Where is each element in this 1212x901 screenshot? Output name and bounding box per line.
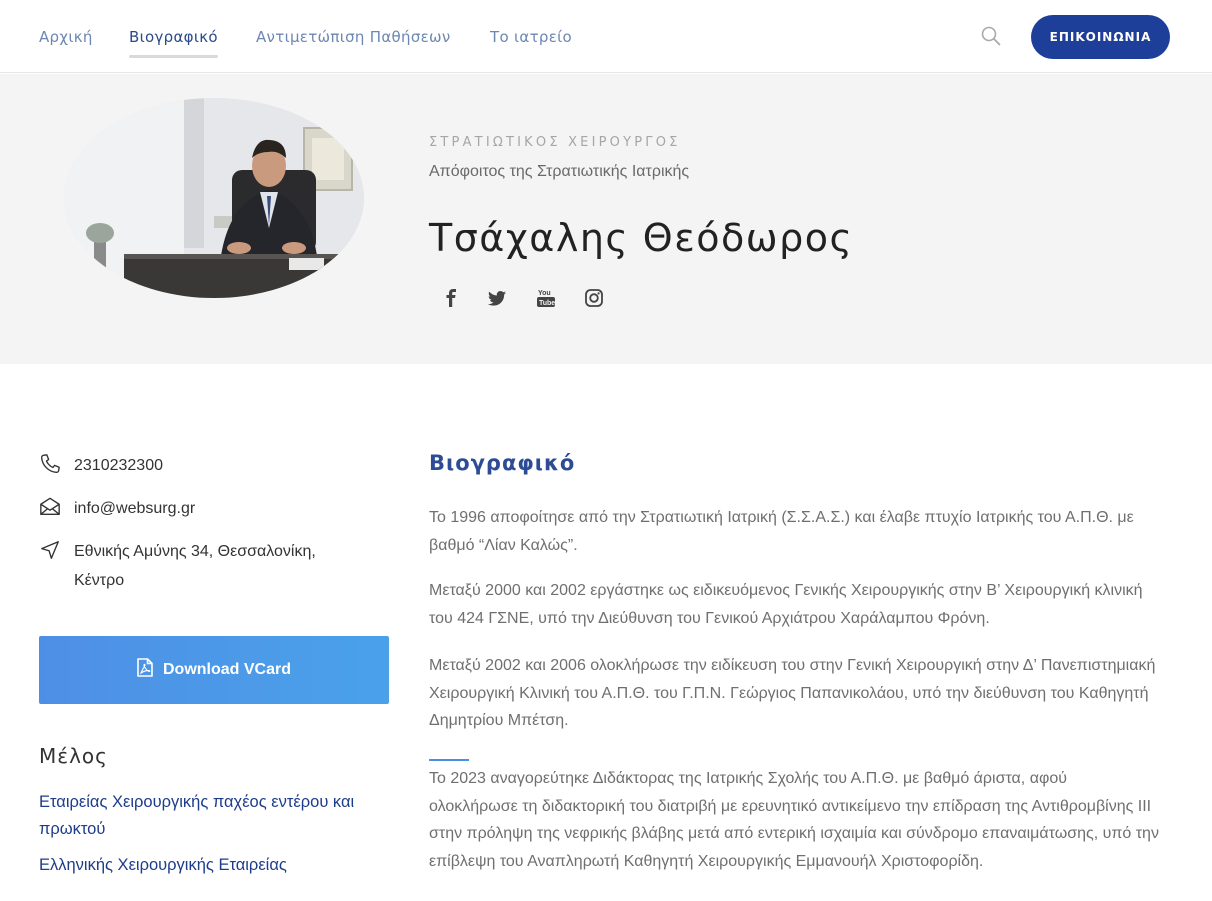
section-divider — [429, 759, 469, 761]
portrait-image — [64, 98, 364, 298]
email-row: info@websurg.gr — [39, 496, 195, 522]
specialty-subtitle: ΣΤΡΑΤΙΩΤΙΚΟΣ ΧΕΙΡΟΥΡΓΟΣ — [429, 135, 681, 150]
biography-heading: Βιογραφικό — [429, 451, 576, 475]
twitter-icon[interactable] — [487, 288, 507, 308]
membership-link-hellenic-surgical[interactable]: Ελληνικής Χειρουργικής Εταιρείας — [39, 852, 389, 879]
email-address[interactable]: info@websurg.gr — [74, 494, 374, 523]
contact-button[interactable]: ΕΠΙΚΟΙΝΩΝΙΑ — [1031, 15, 1170, 59]
envelope-icon — [39, 496, 61, 522]
nav-item-clinic[interactable]: Το ιατρείο — [490, 28, 572, 46]
svg-text:Tube: Tube — [539, 300, 555, 307]
facebook-icon[interactable] — [441, 288, 461, 308]
nav-item-biography[interactable]: Βιογραφικό — [129, 28, 218, 58]
phone-number[interactable]: 2310232300 — [74, 451, 374, 480]
search-icon[interactable] — [980, 25, 1002, 47]
svg-text:You: You — [538, 290, 551, 297]
address-text: Εθνικής Αμύνης 34, Θεσσαλονίκη, Κέντρο — [74, 543, 316, 589]
phone-row: 2310232300 — [39, 453, 163, 479]
top-navigation: Αρχική Βιογραφικό Αντιμετώπιση Παθήσεων … — [0, 0, 1212, 73]
location-arrow-icon — [39, 539, 61, 565]
bio-paragraph: Το 1996 αποφοίτησε από την Στρατιωτική Ι… — [429, 509, 1134, 554]
membership-link-colorectal[interactable]: Εταιρείας Χειρουργικής παχέος εντέρου κα… — [39, 789, 384, 843]
graduate-subtitle: Απόφοιτος της Στρατιωτικής Ιατρικής — [429, 163, 690, 180]
bio-paragraph: Μεταξύ 2002 και 2006 ολοκλήρωσε την ειδί… — [429, 657, 1156, 729]
bio-paragraph: Μεταξύ 2000 και 2002 εργάστηκε ως ειδικε… — [429, 582, 1143, 627]
membership-heading: Μέλος — [39, 744, 108, 768]
instagram-icon[interactable] — [584, 288, 604, 308]
bio-paragraph: Το 2023 αναγορεύτηκε Διδάκτορας της Ιατρ… — [429, 770, 1159, 870]
download-vcard-button[interactable]: Download VCard — [39, 636, 389, 704]
pdf-file-icon — [137, 658, 163, 682]
doctor-name: Τσάχαλης Θεόδωρος — [429, 216, 854, 260]
address-row: Εθνικής Αμύνης 34, Θεσσαλονίκη, Κέντρο — [39, 539, 316, 589]
nav-item-home[interactable]: Αρχική — [39, 28, 93, 46]
phone-icon — [39, 453, 61, 479]
youtube-icon[interactable]: You Tube — [536, 288, 556, 308]
download-vcard-label: Download VCard — [162, 661, 291, 678]
nav-item-treatments[interactable]: Αντιμετώπιση Παθήσεων — [256, 28, 451, 46]
profile-hero: ΣΤΡΑΤΙΩΤΙΚΟΣ ΧΕΙΡΟΥΡΓΟΣ Απόφοιτος της Στ… — [0, 74, 1212, 364]
